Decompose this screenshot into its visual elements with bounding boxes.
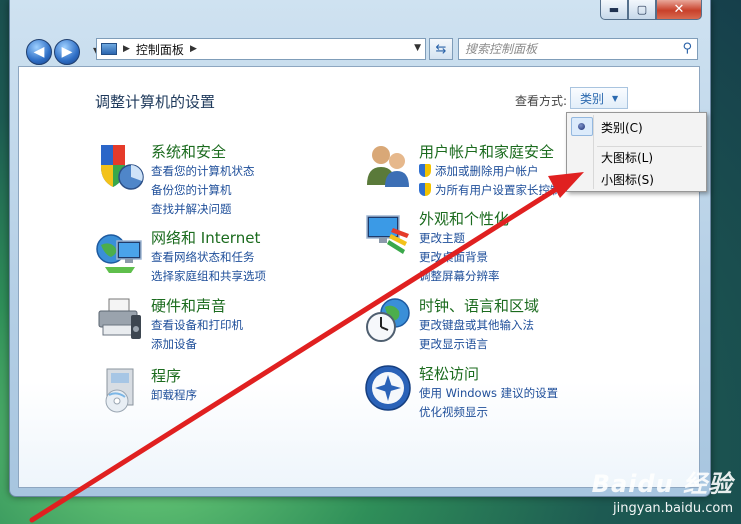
category-link[interactable]: 查找并解决问题 [151, 201, 232, 217]
maximize-button[interactable]: ▢ [628, 0, 656, 20]
category-title[interactable]: 程序 [151, 365, 181, 386]
category-link-text: 为所有用户设置家长控制 [435, 183, 562, 197]
address-dropdown-icon[interactable]: ▼ [414, 43, 421, 53]
baidu-jingyan-watermark: Baidu 经验 jingyan.baidu.com [592, 464, 733, 516]
chevron-down-icon: ▼ [612, 93, 619, 103]
forward-button[interactable]: ▶ [54, 39, 80, 65]
category-link[interactable]: 为所有用户设置家长控制 [419, 182, 562, 198]
menu-item-label: 小图标(S) [601, 173, 654, 187]
view-by-dropdown[interactable]: 类别 ▼ [570, 87, 628, 109]
close-button[interactable]: ✕ [656, 0, 702, 20]
category-link[interactable]: 添加或删除用户帐户 [419, 163, 539, 179]
search-box[interactable]: ⚲ [458, 38, 698, 60]
menu-item-category[interactable]: 类别(C) [569, 116, 704, 137]
refresh-button[interactable]: ⇆ [429, 38, 453, 60]
category-link[interactable]: 使用 Windows 建议的设置 [419, 385, 558, 401]
view-by-value: 类别 [580, 91, 605, 106]
category-link[interactable]: 查看您的计算机状态 [151, 163, 255, 179]
control-panel-icon [101, 43, 117, 55]
category-link[interactable]: 添加设备 [151, 336, 197, 352]
menu-item-label: 类别(C) [601, 121, 643, 135]
ease-of-access-icon [365, 365, 411, 411]
breadcrumb-control-panel[interactable]: 控制面板 [136, 41, 184, 58]
appearance-icon [366, 215, 409, 254]
category-title[interactable]: 外观和个性化 [419, 208, 509, 229]
category-link[interactable]: 查看设备和打印机 [151, 317, 243, 333]
category-link[interactable]: 更改显示语言 [419, 336, 488, 352]
category-title[interactable]: 轻松访问 [419, 363, 479, 384]
category-link-text: 添加或删除用户帐户 [435, 164, 539, 178]
uac-shield-icon [419, 164, 431, 177]
search-icon[interactable]: ⚲ [682, 41, 692, 56]
category-link[interactable]: 调整屏幕分辨率 [419, 268, 500, 284]
watermark-url: jingyan.baidu.com [613, 501, 733, 516]
system-security-icon [101, 145, 144, 190]
uac-shield-icon [419, 183, 431, 196]
view-by-menu: 类别(C) 大图标(L) 小图标(S) [566, 112, 707, 192]
category-link[interactable]: 查看网络状态和任务 [151, 249, 255, 265]
category-title[interactable]: 系统和安全 [151, 141, 226, 162]
network-internet-icon [96, 234, 142, 273]
category-link[interactable]: 更改桌面背景 [419, 249, 488, 265]
forward-arrow-icon: ▶ [61, 44, 73, 60]
category-link[interactable]: 更改主题 [419, 230, 465, 246]
radio-dot-icon [578, 123, 585, 130]
page-title: 调整计算机的设置 [95, 93, 216, 111]
back-button[interactable]: ◀ [26, 39, 52, 65]
minimize-button[interactable]: ▬ [600, 0, 628, 20]
category-title[interactable]: 用户帐户和家庭安全 [419, 141, 554, 162]
address-bar[interactable]: ▶ 控制面板 ▶ ▼ [96, 38, 426, 60]
watermark-logo: Baidu 经验 [591, 470, 733, 498]
caption-buttons: ▬ ▢ ✕ [600, 0, 702, 20]
refresh-icon: ⇆ [435, 41, 447, 57]
category-link[interactable]: 优化视频显示 [419, 404, 488, 420]
control-panel-window: ▬ ▢ ✕ ◀ ▶ ▼ ▶ 控制面板 ▶ ▼ ⇆ ⚲ 调整计算机的设置 查看方式… [9, 0, 711, 497]
breadcrumb-separator-icon[interactable]: ▶ [123, 44, 130, 54]
hardware-sound-icon [98, 298, 141, 339]
search-input[interactable] [463, 41, 677, 57]
programs-icon [105, 368, 134, 413]
user-accounts-icon [367, 146, 409, 187]
category-link[interactable]: 卸载程序 [151, 387, 197, 403]
breadcrumb-separator-icon[interactable]: ▶ [190, 44, 197, 54]
category-title[interactable]: 时钟、语言和区域 [419, 295, 539, 316]
back-arrow-icon: ◀ [33, 44, 45, 60]
category-link[interactable]: 更改键盘或其他输入法 [419, 317, 534, 333]
category-title[interactable]: 网络和 Internet [151, 227, 260, 248]
category-link[interactable]: 选择家庭组和共享选项 [151, 268, 266, 284]
category-title[interactable]: 硬件和声音 [151, 295, 226, 316]
menu-item-large-icons[interactable]: 大图标(L) [569, 146, 704, 167]
category-link[interactable]: 备份您的计算机 [151, 182, 232, 198]
clock-language-icon [366, 298, 410, 342]
menu-item-small-icons[interactable]: 小图标(S) [569, 168, 704, 189]
menu-item-label: 大图标(L) [601, 151, 654, 165]
view-by-label: 查看方式: [515, 94, 568, 108]
